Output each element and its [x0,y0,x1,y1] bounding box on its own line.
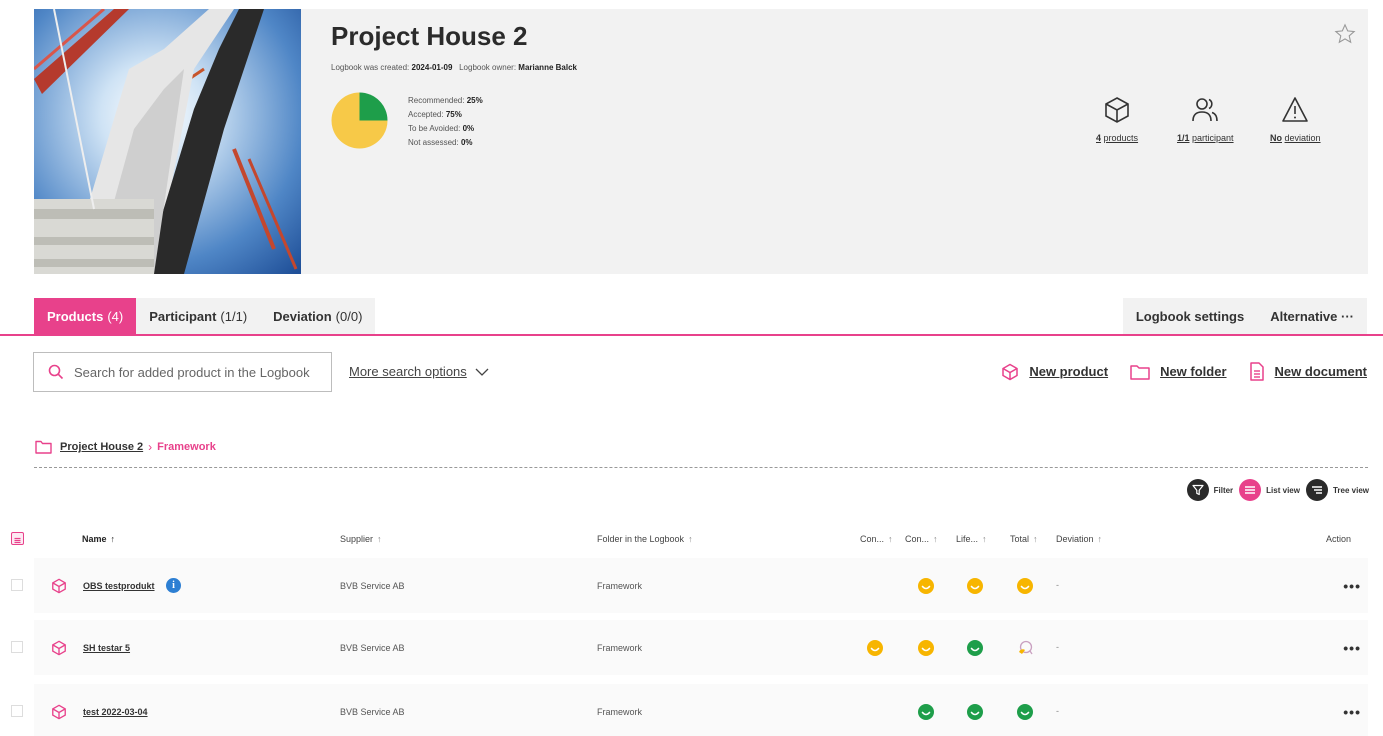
legend-recommended: Recommended: 25% [408,96,483,105]
column-header-con2[interactable]: Con... ↑ [905,534,938,544]
tab-bar: Products (4) Participant (1/1) Deviation (0… [34,298,376,335]
created-date: 2024-01-09 [411,63,453,72]
folder-icon [35,440,52,454]
row-action-menu-button[interactable]: ••• [1343,578,1361,594]
assessment-pie-chart [331,92,388,149]
supplier-cell: BVB Service AB [340,581,405,591]
legend-accepted: Accepted: 75% [408,110,462,119]
warning-icon [1282,97,1309,122]
cube-icon [1002,363,1019,380]
product-name-link[interactable]: SH testar 5 [83,643,130,653]
column-header-supplier[interactable]: Supplier ↑ [340,534,382,544]
assessment-legend: Recommended: 25% Accepted: 75% To be Avo… [408,94,483,150]
product-name-link[interactable]: test 2022-03-04 [83,707,148,717]
list-icon [14,537,21,544]
deviation-cell: - [1056,642,1059,652]
smiley-icon [1017,704,1033,720]
supplier-cell: BVB Service AB [340,707,405,717]
tab-participant[interactable]: Participant (1/1) [136,298,260,335]
tab-deviation[interactable]: Deviation (0/0) [260,298,375,335]
smiley-icon [867,640,883,656]
row-checkbox[interactable] [11,641,23,653]
column-header-con1[interactable]: Con... ↑ [860,534,893,544]
project-header: Project House 2 Logbook was created: 202… [34,9,1368,274]
folder-cell: Framework [597,707,643,717]
divider [34,467,1368,468]
project-image [34,9,301,274]
breadcrumb-current: Framework [157,441,216,453]
logbook-settings-button[interactable]: Logbook settings [1123,298,1257,335]
owner-name: Marianne Balck [518,63,577,72]
filter-button[interactable]: Filter [1186,479,1233,501]
users-icon [1192,98,1219,122]
smiley-icon [918,704,934,720]
new-document-button[interactable]: New document [1249,362,1367,381]
cube-icon [52,578,66,594]
tab-products[interactable]: Products (4) [34,298,137,335]
page-title: Project House 2 [331,21,528,51]
star-icon[interactable] [1334,23,1356,45]
tree-icon [1305,479,1328,501]
table-row[interactable] [34,620,1368,675]
table-row[interactable] [34,558,1368,613]
document-icon [1249,362,1264,381]
table-row[interactable] [34,684,1368,736]
tree-view-button[interactable]: Tree view [1305,479,1369,501]
search-input[interactable] [74,364,324,380]
search-box[interactable] [33,352,332,392]
smiley-icon [967,704,983,720]
column-header-folder[interactable]: Folder in the Logbook ↑ [597,534,693,544]
breadcrumb: Project House 2 › Framework [35,440,216,454]
supplier-cell: BVB Service AB [340,643,405,653]
legend-avoided: To be Avoided: 0% [408,124,475,133]
deviation-cell: - [1056,706,1059,716]
row-action-menu-button[interactable]: ••• [1343,640,1361,656]
chevron-down-icon [475,368,489,376]
list-icon [1239,479,1262,501]
more-search-options-button[interactable]: More search options [349,364,489,379]
smiley-icon [1017,640,1033,656]
cube-icon [1105,97,1129,123]
alternative-menu-button[interactable]: Alternative ··· [1257,298,1367,335]
smiley-icon [967,640,983,656]
row-checkbox[interactable] [11,579,23,591]
select-all-checkbox[interactable] [11,532,24,545]
smiley-icon [918,640,934,656]
filter-icon [1186,479,1209,501]
new-product-button[interactable]: New product [1001,363,1108,381]
column-header-name[interactable]: Name ↑ [82,534,115,544]
smiley-icon [918,578,934,594]
tab-bar-right: Logbook settings Alternative ··· [1122,298,1367,335]
pie-slice [359,92,388,121]
folder-cell: Framework [597,581,643,591]
search-icon [48,364,64,380]
column-header-life[interactable]: Life... ↑ [956,534,987,544]
cube-icon [52,704,66,720]
folder-cell: Framework [597,643,643,653]
column-header-total[interactable]: Total ↑ [1010,534,1038,544]
column-header-deviation[interactable]: Deviation ↑ [1056,534,1102,544]
legend-not-assessed: Not assessed: 0% [408,138,473,147]
products-stat[interactable]: 4 products [1096,95,1138,143]
action-bar: New product New folder New document [979,362,1367,381]
info-icon[interactable]: i [166,578,181,593]
deviation-cell: - [1056,580,1059,590]
chevron-right-icon: › [148,440,153,454]
row-checkbox[interactable] [11,705,23,717]
list-view-button[interactable]: List view [1239,479,1300,501]
participants-stat[interactable]: 1/1 participant [1177,95,1234,143]
deviation-stat[interactable]: No deviation [1270,95,1321,143]
product-name-link[interactable]: OBS testprodukt [83,581,155,591]
smiley-icon [1017,578,1033,594]
folder-icon [1130,364,1150,380]
new-folder-button[interactable]: New folder [1130,364,1227,380]
project-meta: Logbook was created: 2024-01-09 Logbook … [331,63,577,72]
tab-underline [0,334,1383,336]
cube-icon [52,640,66,656]
smiley-icon [967,578,983,594]
column-header-action: Action [1326,534,1352,544]
breadcrumb-root-link[interactable]: Project House 2 [60,441,143,453]
row-action-menu-button[interactable]: ••• [1343,704,1361,720]
view-switcher: Filter List view Tree view [1181,479,1369,501]
